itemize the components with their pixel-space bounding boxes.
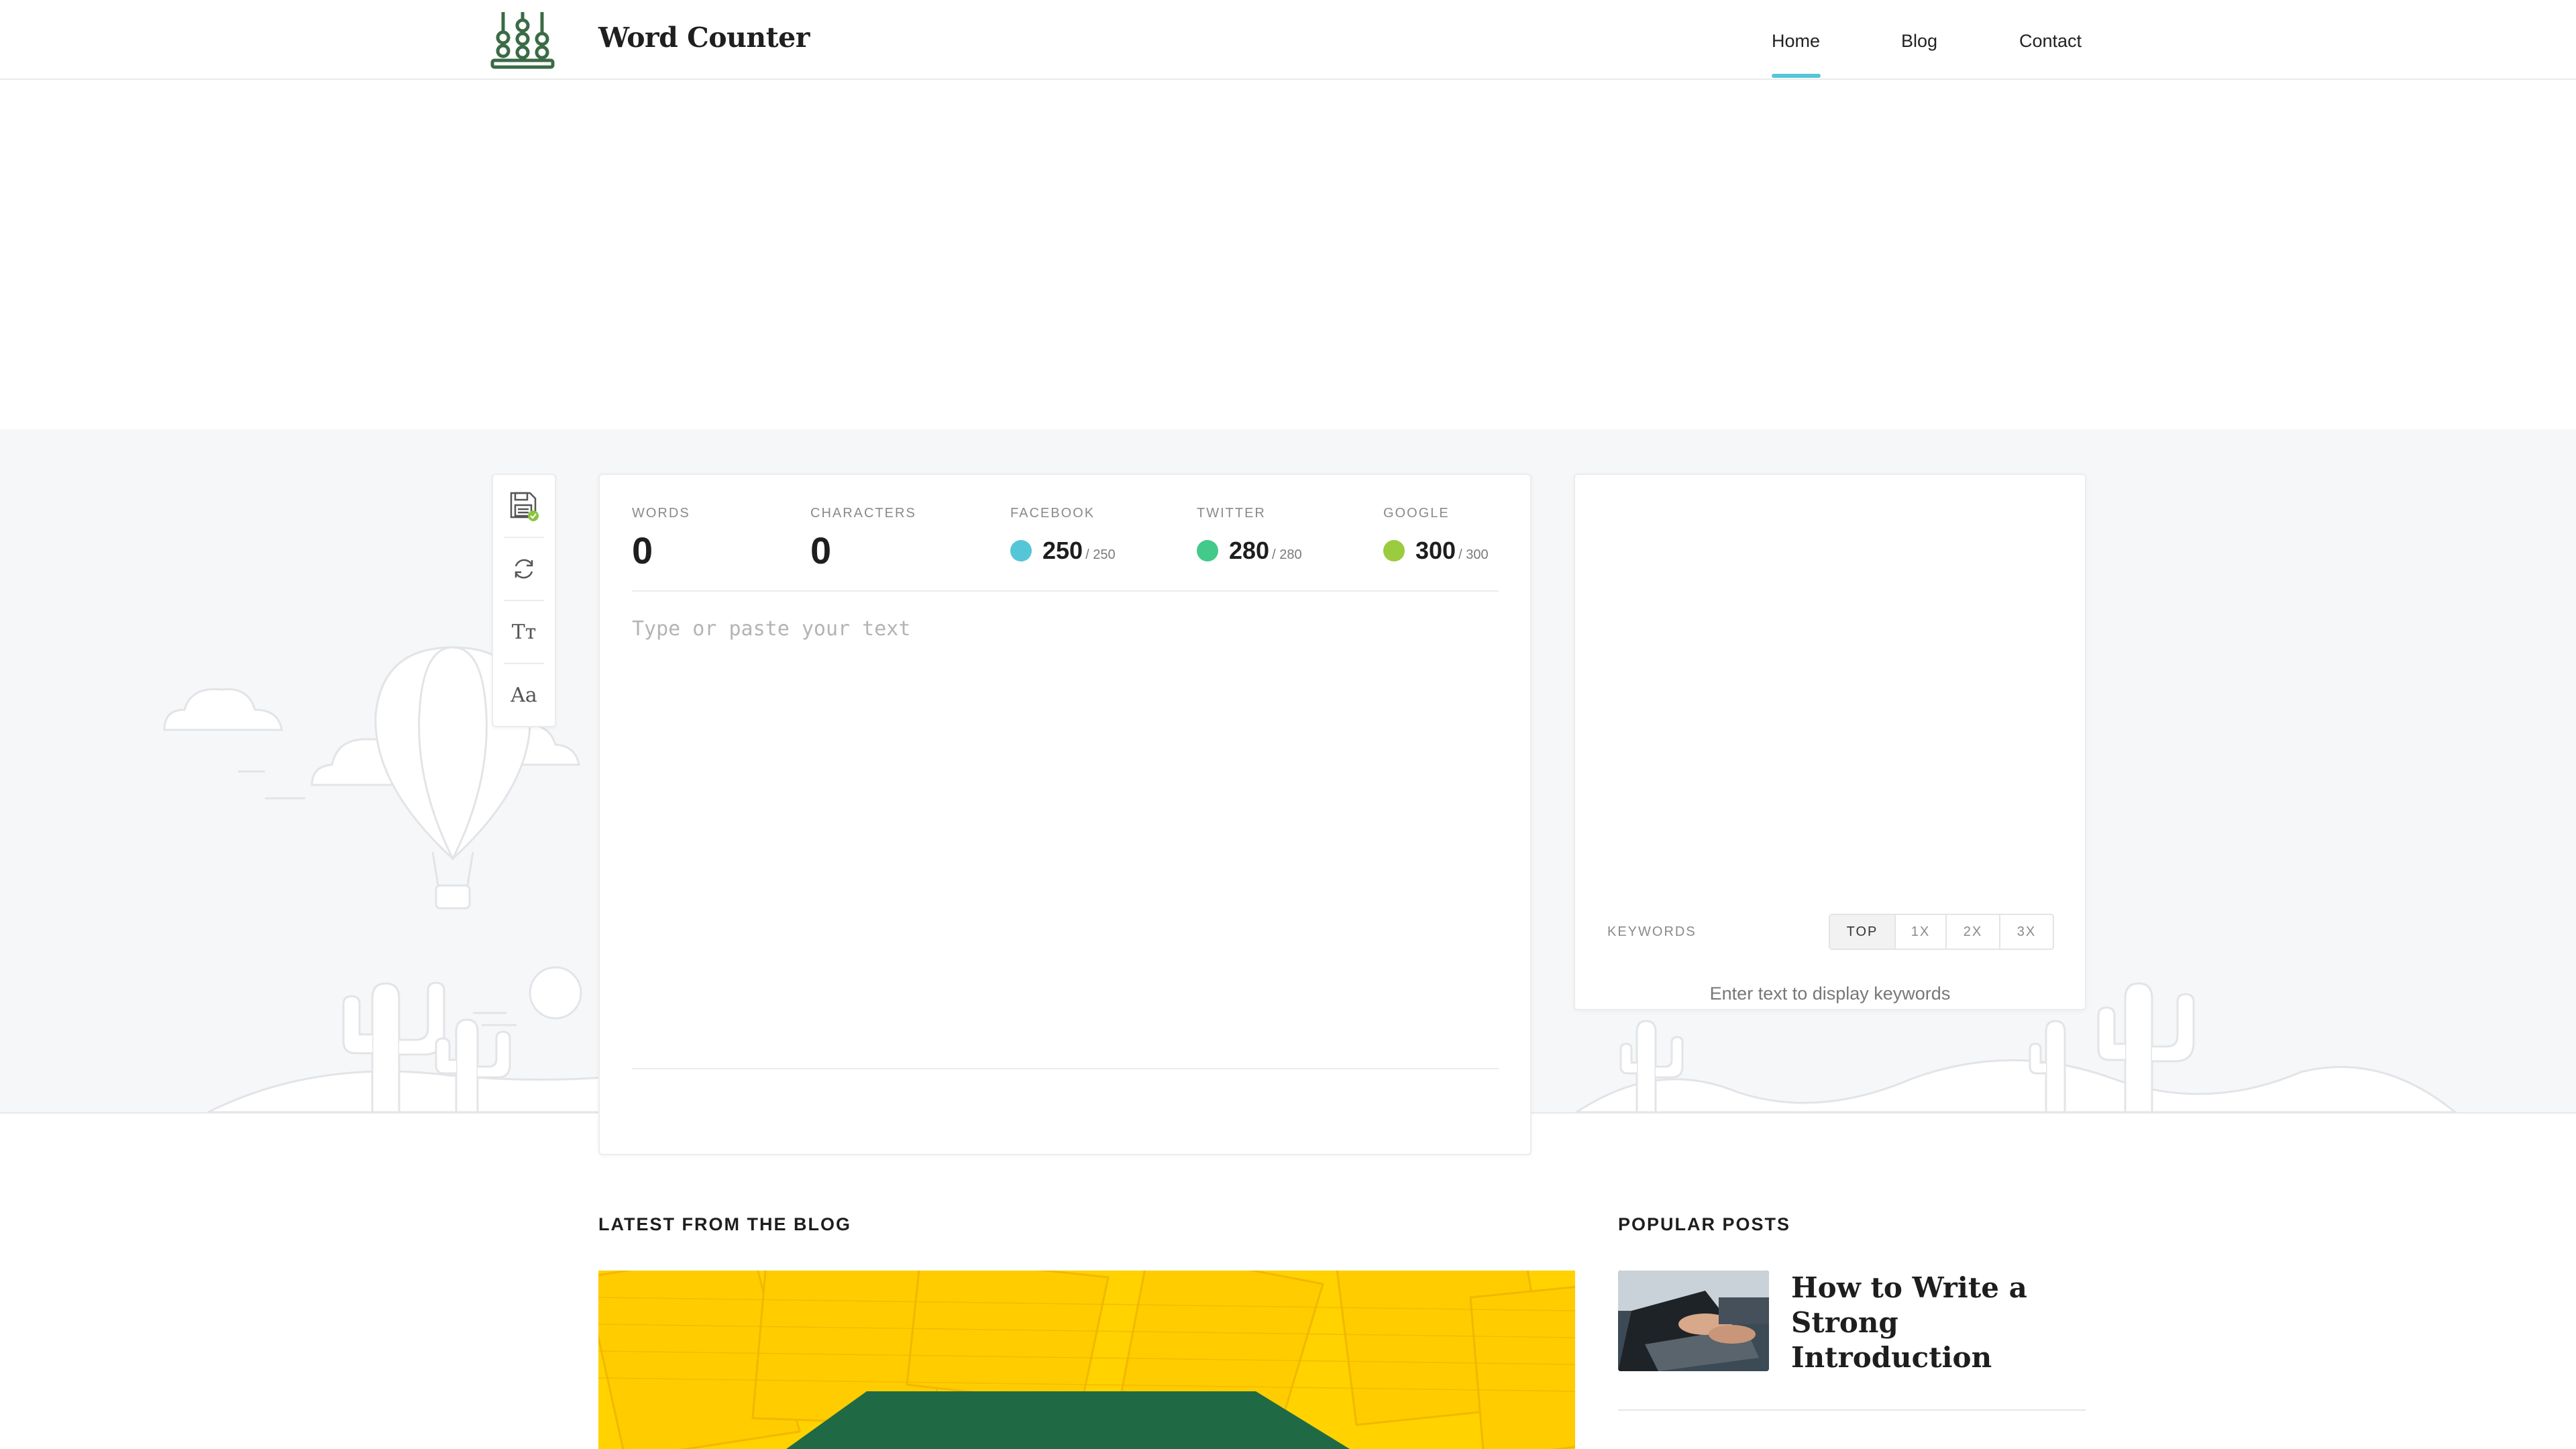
words-label: WORDS	[632, 506, 690, 521]
keywords-label: KEYWORDS	[1607, 924, 1697, 939]
facebook-counter: 250 / 250	[1010, 537, 1116, 565]
google-dot	[1383, 540, 1405, 561]
tab-3x[interactable]: 3X	[1999, 915, 2053, 949]
font-case-icon: Aa	[511, 683, 537, 707]
nav-blog[interactable]: Blog	[1901, 31, 1937, 52]
facebook-label: FACEBOOK	[1010, 506, 1095, 521]
twitter-remaining: 280	[1229, 537, 1270, 564]
latest-post-image[interactable]	[598, 1271, 1575, 1449]
editor-card: WORDS 0 CHARACTERS 0 FACEBOOK 250 / 250 …	[598, 474, 1532, 1155]
save-icon	[510, 492, 539, 521]
twitter-limit: / 280	[1272, 547, 1302, 562]
laptop-typing-illustration	[1618, 1271, 1769, 1371]
tab-2x[interactable]: 2X	[1945, 915, 1999, 949]
nav-home[interactable]: Home	[1772, 31, 1820, 52]
keywords-card: KEYWORDS TOP 1X 2X 3X Enter text to disp…	[1574, 474, 2086, 1010]
text-size-button[interactable]: Tт	[493, 601, 555, 663]
keyword-density-tabs: TOP 1X 2X 3X	[1829, 914, 2054, 950]
characters-label: CHARACTERS	[810, 506, 916, 521]
google-counter: 300 / 300	[1383, 537, 1489, 565]
twitter-dot	[1197, 540, 1218, 561]
save-button[interactable]	[493, 475, 555, 537]
popular-posts-heading: POPULAR POSTS	[1618, 1214, 1791, 1234]
tab-top[interactable]: TOP	[1830, 915, 1894, 949]
google-label: GOOGLE	[1383, 506, 1450, 521]
twitter-label: TWITTER	[1197, 506, 1266, 521]
nav-contact[interactable]: Contact	[2019, 31, 2082, 52]
editor-toolbar: Tт Aa	[492, 474, 556, 727]
refresh-button[interactable]	[493, 538, 555, 600]
text-size-icon: Tт	[511, 620, 537, 644]
facebook-remaining: 250	[1042, 537, 1083, 564]
words-count: 0	[632, 529, 653, 572]
nav-active-indicator	[1772, 74, 1821, 78]
twitter-counter: 280 / 280	[1197, 537, 1302, 565]
google-remaining: 300	[1415, 537, 1456, 564]
font-case-button[interactable]: Aa	[493, 664, 555, 726]
latest-blog-heading: LATEST FROM THE BLOG	[598, 1214, 851, 1234]
refresh-icon	[515, 559, 533, 579]
text-input[interactable]	[632, 617, 1499, 1060]
keywords-empty-message: Enter text to display keywords	[1709, 983, 1951, 1004]
facebook-limit: / 250	[1085, 547, 1116, 562]
characters-count: 0	[810, 529, 832, 572]
popular-post-title[interactable]: How to Write a Strong Introduction	[1791, 1271, 2093, 1375]
site-header: Word Counter Home Blog Contact	[0, 0, 2576, 80]
tab-1x[interactable]: 1X	[1894, 915, 1945, 949]
facebook-dot	[1010, 540, 1032, 561]
popular-post-divider	[1618, 1409, 2086, 1411]
google-limit: / 300	[1458, 547, 1489, 562]
notepads-illustration	[598, 1271, 1575, 1449]
popular-post-thumbnail[interactable]	[1618, 1271, 1769, 1371]
brand-name[interactable]: Word Counter	[598, 21, 810, 54]
editor-divider	[632, 590, 1499, 592]
editor-footer-divider	[632, 1068, 1499, 1069]
abacus-icon[interactable]	[490, 9, 555, 71]
